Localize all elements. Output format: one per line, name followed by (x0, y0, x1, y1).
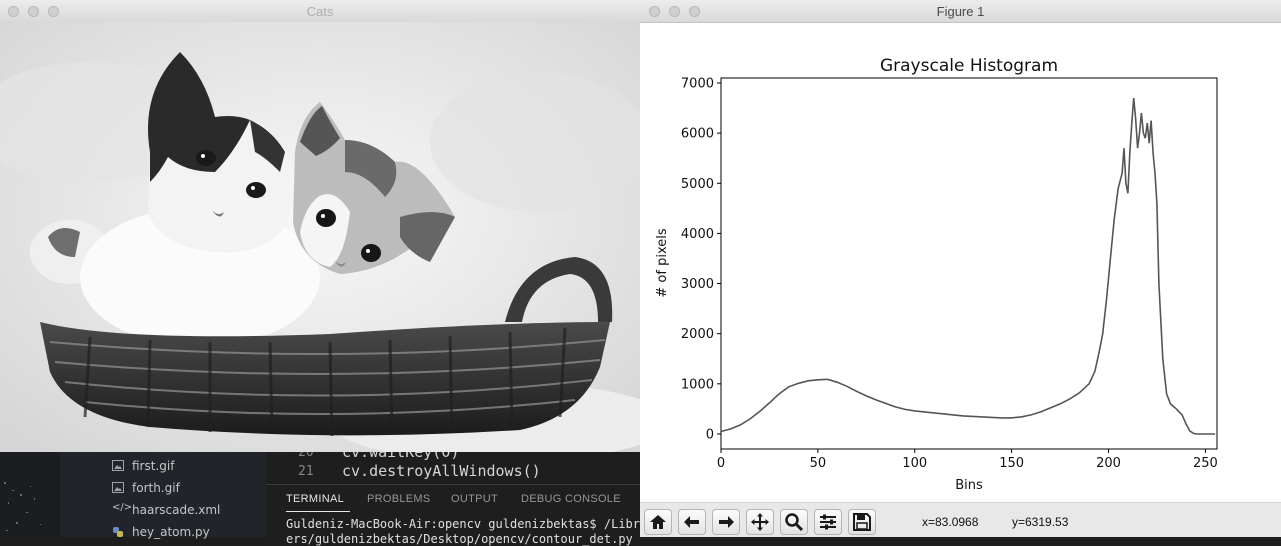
y-tick-label: 6000 (681, 127, 714, 142)
y-tick-label: 2000 (681, 327, 714, 342)
save-button[interactable] (848, 509, 876, 535)
y-tick-label: 5000 (681, 177, 714, 192)
terminal-line[interactable]: ers/guldenizbektas/Desktop/opencv/contou… (286, 532, 633, 546)
home-icon (650, 515, 666, 529)
x-tick-label: 50 (810, 456, 827, 471)
file-explorer: first.gif forth.gif </> haarscade.xml he… (0, 452, 266, 539)
x-tick-label: 0 (717, 456, 725, 471)
forward-button[interactable] (712, 509, 740, 535)
cats-image-window[interactable]: Cats (0, 0, 640, 452)
y-tick-label: 3000 (681, 277, 714, 292)
histogram-plot[interactable]: Grayscale Histogram 01000200030004000500… (640, 22, 1281, 502)
x-tick-label: 250 (1193, 456, 1218, 471)
back-button[interactable] (678, 509, 706, 535)
bottom-panel: TERMINAL PROBLEMS OUTPUT DEBUG CONSOLE G… (266, 484, 654, 546)
noisy-desktop-strip (0, 452, 60, 537)
tab-debug-console[interactable]: DEBUG CONSOLE (521, 493, 621, 505)
x-axis-label: Bins (955, 478, 983, 493)
kittens-in-basket-photo (0, 22, 640, 452)
pan-button[interactable] (746, 509, 774, 535)
home-button[interactable] (644, 509, 672, 535)
y-tick-label: 1000 (681, 377, 714, 392)
y-coordinate-readout: y=6319.53 (1012, 515, 1069, 529)
x-tick-label: 150 (999, 456, 1024, 471)
pan-move-icon (751, 513, 769, 531)
matplotlib-figure-window[interactable]: Figure 1 Grayscale Histogram 0 1000 2000 30… (640, 0, 1281, 537)
x-tick-label: 100 (902, 456, 927, 471)
tab-terminal[interactable]: TERMINAL (286, 493, 344, 505)
plot-axes-frame (720, 77, 1218, 450)
configure-subplots-button[interactable] (814, 509, 842, 535)
window-titlebar[interactable]: Figure 1 (640, 0, 1281, 23)
window-titlebar[interactable]: Cats (0, 0, 640, 23)
zoom-button[interactable] (780, 509, 808, 535)
file-name: first.gif (132, 459, 175, 473)
x-coordinate-readout: x=83.0968 (922, 515, 979, 529)
configure-subplots-icon (820, 514, 836, 530)
xml-file-icon: </> (112, 502, 133, 513)
image-file-icon (112, 482, 124, 493)
tab-output[interactable]: OUTPUT (451, 493, 498, 505)
window-title: Figure 1 (936, 4, 985, 19)
line-number: 21 (298, 464, 314, 479)
zoom-magnifier-icon (785, 513, 804, 532)
file-name: forth.gif (132, 481, 180, 495)
x-tick-label: 200 (1096, 456, 1121, 471)
forward-arrow-icon (719, 516, 734, 528)
file-item[interactable]: first.gif (112, 459, 175, 473)
save-disk-icon (853, 513, 871, 531)
y-tick-label: 4000 (681, 227, 714, 242)
vscode-background: first.gif forth.gif </> haarscade.xml he… (0, 443, 654, 546)
desktop-noise-graphic (4, 482, 41, 531)
file-name: haarscade.xml (132, 503, 221, 517)
y-axis-ticks: 0 1000 2000 3000 4000 5000 6000 7000 (681, 77, 721, 442)
back-arrow-icon (684, 516, 699, 528)
x-axis-ticks: 0 50 100 150 200 250 (717, 449, 1218, 471)
file-item[interactable]: forth.gif (112, 481, 180, 495)
tab-problems[interactable]: PROBLEMS (367, 493, 431, 505)
code-line: cv.destroyAllWindows() (342, 462, 541, 480)
code-editor[interactable]: 20 cv.waitKey(0) 21 cv.destroyAllWindows… (266, 443, 640, 484)
navigation-toolbar: x=83.0968 y=6319.53 (640, 502, 1281, 537)
y-tick-label: 0 (706, 427, 714, 442)
terminal-line[interactable]: Guldeniz-MacBook-Air:opencv guldenizbekt… (286, 517, 654, 531)
active-tab-indicator (286, 511, 350, 512)
y-tick-label: 7000 (681, 77, 714, 92)
window-title: Cats (306, 4, 334, 19)
y-axis-label: # of pixels (655, 228, 670, 297)
python-file-icon (112, 526, 124, 537)
file-item[interactable]: </> haarscade.xml (112, 502, 221, 517)
image-file-icon (112, 460, 124, 471)
chart-title: Grayscale Histogram (880, 56, 1058, 76)
